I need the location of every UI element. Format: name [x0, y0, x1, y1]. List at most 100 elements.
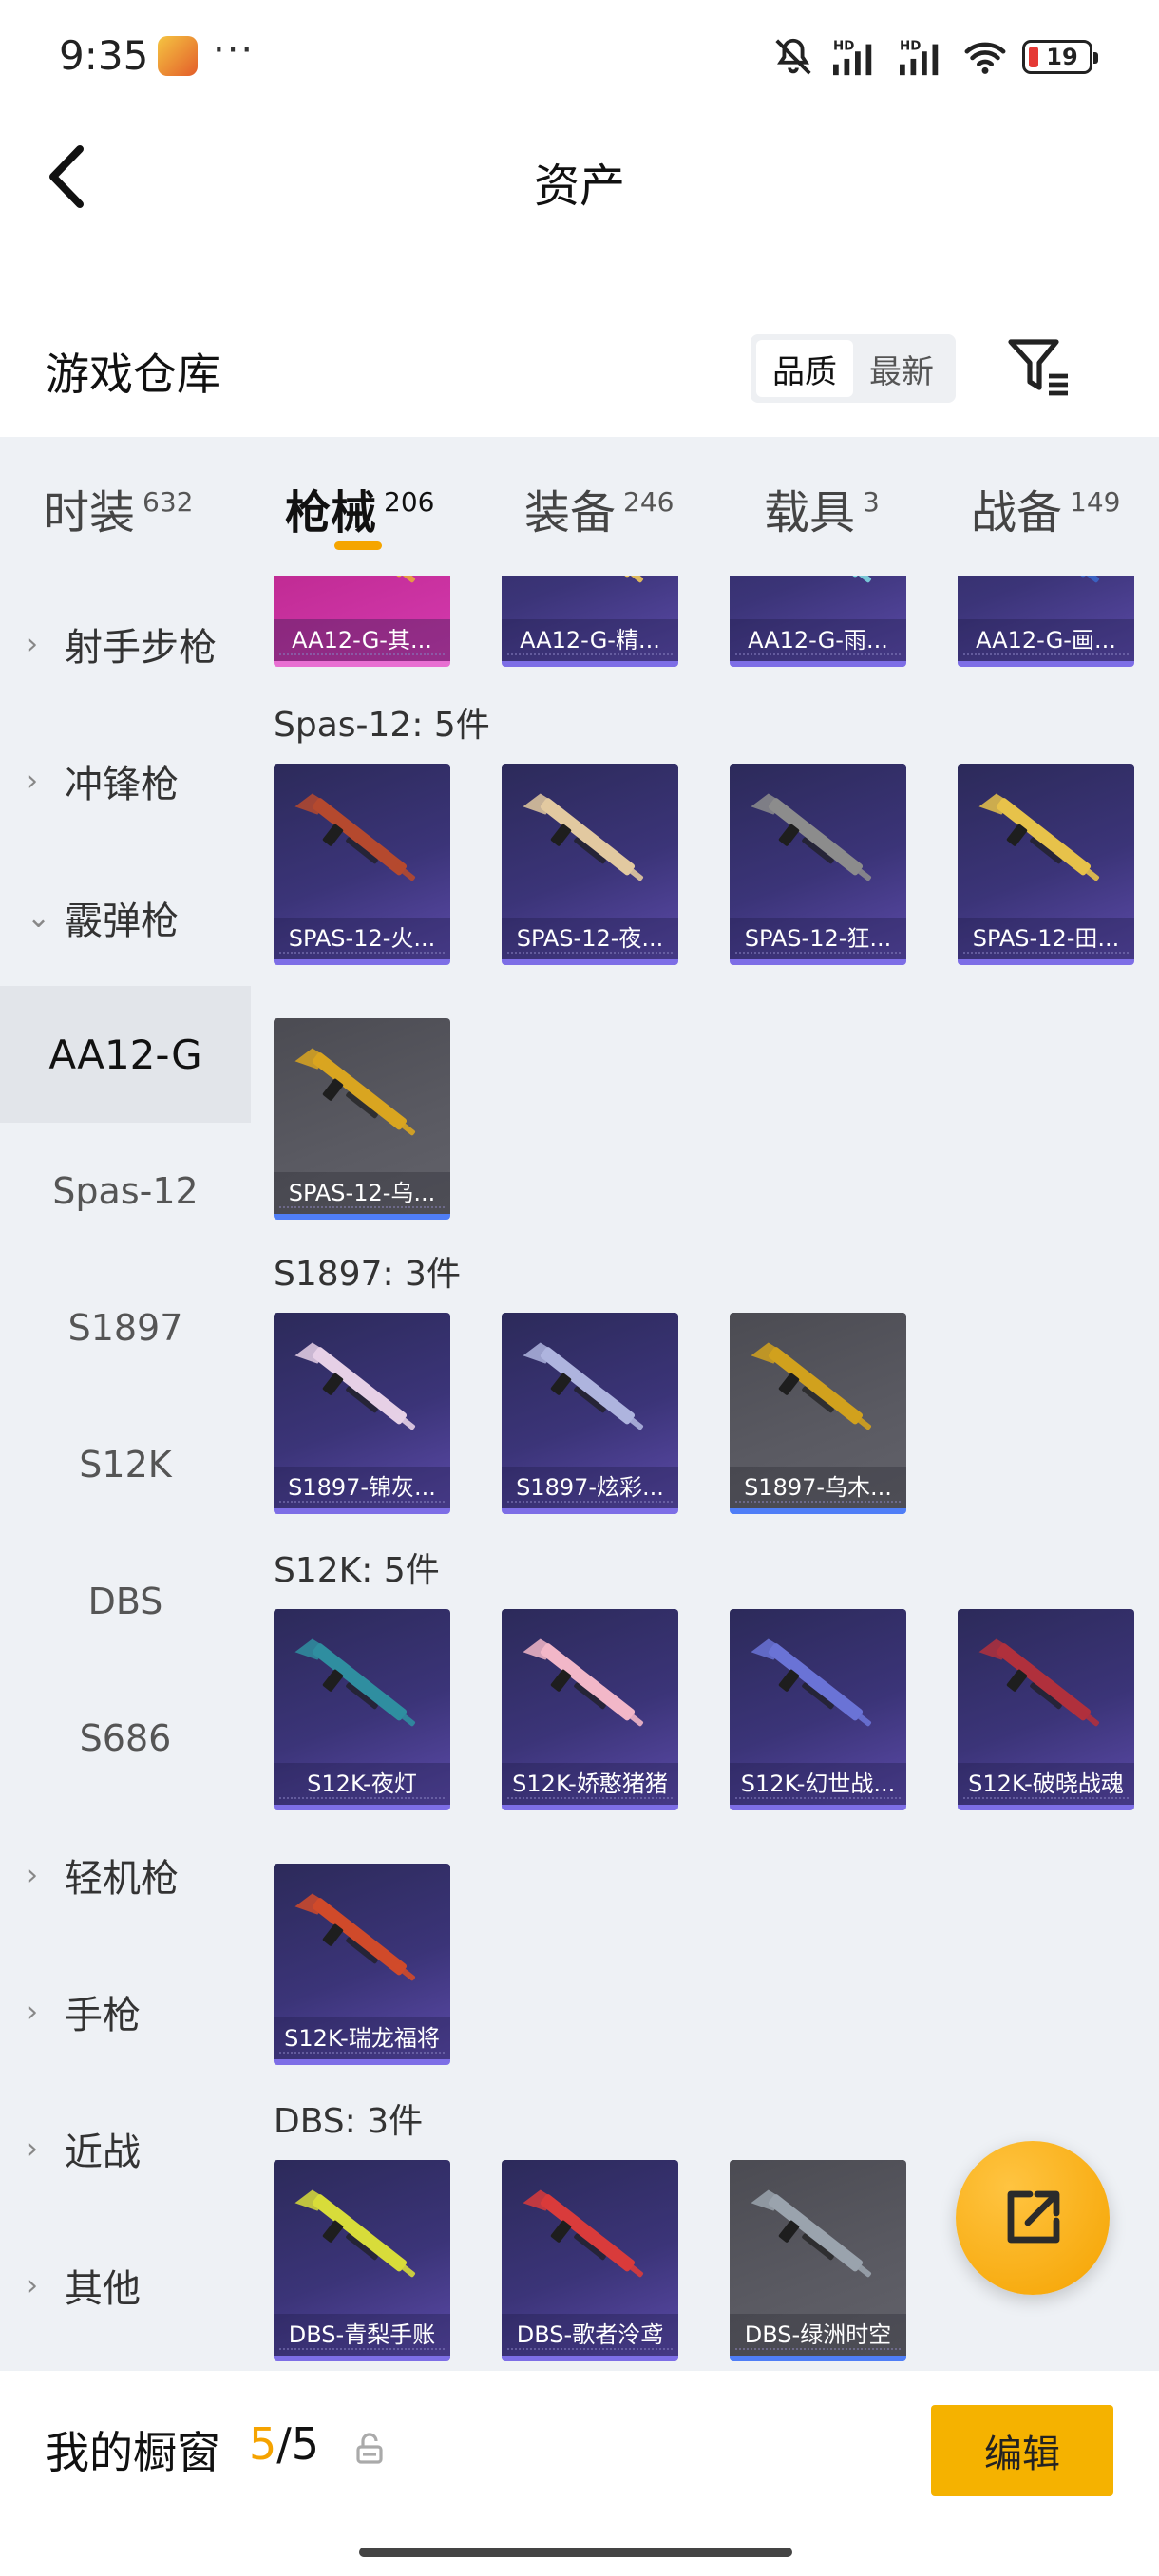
skin-card[interactable]: DBS-绿洲时空 [730, 2160, 906, 2361]
group-label-dbs: DBS: 3件 [274, 2102, 424, 2141]
group-label-s1897: S1897: 3件 [274, 1255, 461, 1294]
tab-count: 206 [384, 486, 435, 518]
skin-card[interactable]: S12K-夜灯 [274, 1609, 450, 1810]
skin-card-label: S12K-夜灯 [274, 1763, 450, 1805]
wifi-icon [964, 42, 1006, 74]
tab-count: 246 [623, 486, 674, 518]
chevron-right-icon: › [27, 1858, 38, 1892]
sidebar-item-shotgun[interactable]: ⌄ 霰弹枪 [0, 849, 251, 986]
gun-image [768, 576, 872, 583]
skin-card[interactable]: S1897-炫彩... [502, 1313, 678, 1514]
app-icon [158, 36, 198, 76]
sidebar-item-label: 射手步枪 [65, 626, 217, 670]
skin-card[interactable]: S1897-乌木... [730, 1313, 906, 1514]
sidebar-item-smg[interactable]: › 冲锋枪 [0, 712, 251, 849]
sidebar-item-label: 轻机枪 [65, 1857, 179, 1901]
gun-image [294, 1048, 416, 1136]
status-time: 9:35 [59, 32, 149, 79]
sidebar-item-s686[interactable]: S686 [0, 1670, 251, 1807]
share-external-icon [1007, 2190, 1060, 2244]
share-button[interactable] [956, 2141, 1110, 2295]
edit-button[interactable]: 编辑 [931, 2405, 1113, 2496]
skin-card-label: AA12-G-其... [274, 619, 450, 661]
tab-equipment[interactable]: 装备 246 [524, 475, 674, 551]
signal-hd-icon: HD [833, 39, 872, 76]
skin-card[interactable]: DBS-歌者泠鸢 [502, 2160, 678, 2361]
sidebar-item-s12k[interactable]: S12K [0, 1396, 251, 1533]
skin-card-label: S12K-瑞龙福将 [274, 2017, 450, 2059]
gun-image [750, 1342, 872, 1430]
group-label-s12k: S12K: 5件 [274, 1551, 440, 1590]
showcase-count-separator: / [276, 2418, 292, 2470]
skin-card-label: SPAS-12-火... [274, 918, 450, 959]
skin-card[interactable]: SPAS-12-火... [274, 764, 450, 965]
skin-card[interactable]: SPAS-12-狂... [730, 764, 906, 965]
active-tab-indicator [334, 541, 382, 550]
skin-card[interactable]: S12K-娇憨猪猪 [502, 1609, 678, 1810]
sort-quality-option[interactable]: 品质 [756, 340, 853, 397]
gun-image [294, 1638, 416, 1727]
sidebar-item-spas12[interactable]: Spas-12 [0, 1123, 251, 1260]
sort-toggle: 品质 最新 [750, 334, 956, 403]
skin-card[interactable]: AA12-G-画... [958, 576, 1134, 667]
skin-card-label: AA12-G-画... [958, 619, 1134, 661]
filter-button[interactable] [1005, 334, 1072, 401]
skin-card[interactable]: AA12-G-雨... [730, 576, 906, 667]
home-indicator [359, 2548, 792, 2557]
skin-card-label: AA12-G-精... [502, 619, 678, 661]
tab-label: 战备 [971, 486, 1063, 540]
skin-card[interactable]: AA12-G-精... [502, 576, 678, 667]
chevron-right-icon: › [27, 764, 38, 798]
sidebar-item-melee[interactable]: › 近战 [0, 2080, 251, 2217]
svg-text:HD: HD [900, 39, 921, 53]
battery-icon: 19 [1022, 40, 1098, 74]
sidebar-item-label: 近战 [65, 2131, 141, 2174]
sidebar-item-s1897[interactable]: S1897 [0, 1260, 251, 1396]
skin-card-label: DBS-歌者泠鸢 [502, 2314, 678, 2356]
tab-label: 载具 [764, 486, 856, 540]
skin-card-label: SPAS-12-乌... [274, 1172, 450, 1214]
sidebar-item-label: 其他 [65, 2267, 141, 2311]
sidebar-item-aa12g[interactable]: AA12-G [0, 986, 251, 1123]
sidebar-item-other[interactable]: › 其他 [0, 2217, 251, 2354]
showcase-bar: 我的橱窗 5/5 编辑 [0, 2371, 1159, 2576]
skin-card[interactable]: S12K-瑞龙福将 [274, 1864, 450, 2065]
skin-card-label: SPAS-12-田... [958, 918, 1134, 959]
skin-card-label: S1897-炫彩... [502, 1467, 678, 1508]
gun-image [978, 1638, 1100, 1727]
skin-card-label: AA12-G-雨... [730, 619, 906, 661]
skin-card-label: S1897-锦灰... [274, 1467, 450, 1508]
sidebar-item-dbs[interactable]: DBS [0, 1533, 251, 1670]
skin-card[interactable]: SPAS-12-田... [958, 764, 1134, 965]
status-icons: HD HD 19 [771, 34, 1098, 80]
sort-newest-option[interactable]: 最新 [853, 340, 950, 397]
tab-fashion[interactable]: 时装 632 [44, 475, 193, 551]
tab-supplies[interactable]: 战备 149 [971, 475, 1120, 551]
skin-card-label: SPAS-12-夜... [502, 918, 678, 959]
skin-card[interactable]: SPAS-12-夜... [502, 764, 678, 965]
sidebar-item-lmg[interactable]: › 轻机枪 [0, 1807, 251, 1943]
chevron-right-icon: › [27, 1995, 38, 2029]
skin-card[interactable]: DBS-青梨手账 [274, 2160, 450, 2361]
skin-card[interactable]: S1897-锦灰... [274, 1313, 450, 1514]
gun-image [312, 576, 416, 583]
gun-image [294, 2189, 416, 2278]
tab-vehicles[interactable]: 载具 3 [764, 475, 880, 551]
showcase-count: 5/5 [249, 2418, 319, 2470]
sidebar-item-marksman-rifle[interactable]: › 射手步枪 [0, 576, 251, 712]
sidebar-item-label: 手枪 [65, 1994, 141, 2037]
tab-count: 3 [863, 486, 880, 518]
chevron-right-icon: › [27, 627, 38, 661]
sidebar-item-pistol[interactable]: › 手枪 [0, 1943, 251, 2080]
tab-guns[interactable]: 枪械 206 [285, 475, 434, 551]
skin-card[interactable]: AA12-G-其... [274, 576, 450, 667]
chevron-right-icon: › [27, 2268, 38, 2302]
chevron-down-icon: ⌄ [27, 900, 51, 935]
gun-image [540, 576, 644, 583]
skin-card[interactable]: S12K-幻世战... [730, 1609, 906, 1810]
skin-card[interactable]: S12K-破晓战魂 [958, 1609, 1134, 1810]
tab-count: 632 [142, 486, 194, 518]
gun-image [978, 793, 1100, 881]
weapon-type-sidebar: › 射手步枪 › 冲锋枪 ⌄ 霰弹枪 AA12-G Spas-12 S1897 … [0, 576, 251, 2371]
skin-card[interactable]: SPAS-12-乌... [274, 1018, 450, 1220]
